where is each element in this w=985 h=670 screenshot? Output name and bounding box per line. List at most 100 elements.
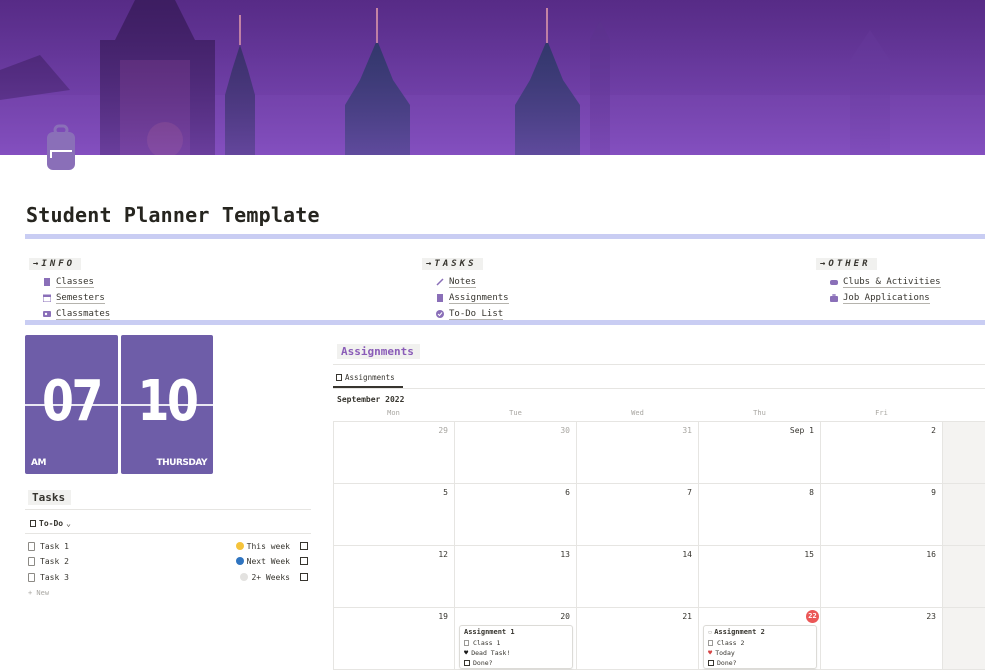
weekday-tue: Tue	[509, 409, 522, 417]
calendar-day[interactable]: 15	[699, 546, 821, 608]
calendar-day[interactable]: 9	[821, 484, 943, 546]
day-number: 29	[438, 426, 448, 435]
calendar-day[interactable]: 7	[577, 484, 699, 546]
day-number: Sep 1	[789, 426, 814, 435]
calendar-weekend[interactable]	[943, 608, 985, 670]
calendar-day[interactable]: 13	[455, 546, 577, 608]
clock-split	[121, 404, 213, 406]
done-checkbox[interactable]	[708, 660, 714, 666]
weekday-mon: Mon	[387, 409, 400, 417]
nav-link-label: Clubs & Activities	[843, 276, 941, 288]
nav-link-label: Classes	[56, 276, 94, 288]
nav-link-label: Notes	[449, 276, 477, 288]
nav-link-jobs[interactable]: Job Applications	[830, 290, 941, 306]
assignment-done[interactable]: Done?	[708, 658, 812, 668]
day-number: 5	[443, 488, 448, 497]
calendar-day-today[interactable]: 22 ▫ Assignment 2 Class 2 ♥ Today Done?	[699, 608, 821, 670]
assignment-done[interactable]: Done?	[464, 658, 568, 668]
tab-assignments[interactable]: Assignments	[336, 373, 395, 382]
nav-link-clubs[interactable]: Clubs & Activities	[830, 274, 941, 290]
assignment-card[interactable]: Assignment 1 Class 1 ♥ Dead Task! Done?	[459, 625, 573, 669]
assignment-title: ▫ Assignment 2	[708, 628, 812, 638]
book-icon	[464, 640, 469, 646]
nav-tasks-heading: →TASKS	[422, 258, 483, 270]
day-number: 31	[682, 426, 692, 435]
assignment-status: ♥ Today	[708, 648, 812, 658]
page-title[interactable]: Student Planner Template	[26, 203, 320, 227]
calendar-day[interactable]: 21	[577, 608, 699, 670]
calendar-day[interactable]: 14	[577, 546, 699, 608]
assignment-card[interactable]: ▫ Assignment 2 Class 2 ♥ Today Done?	[703, 625, 817, 669]
gamepad-icon	[830, 278, 838, 286]
calendar-day[interactable]: 29	[333, 422, 455, 484]
task-name[interactable]: Task 2	[40, 557, 236, 566]
nav-link-assignments[interactable]: Assignments	[436, 290, 509, 306]
day-number: 6	[565, 488, 570, 497]
task-due: 2+ Weeks	[251, 572, 290, 582]
divider-bottom	[25, 320, 985, 325]
day-number: 2	[931, 426, 936, 435]
assignment-status-label: Today	[715, 649, 735, 657]
calendar-weekend[interactable]	[943, 546, 985, 608]
tasks-heading: Tasks	[28, 490, 72, 505]
weekday-thu: Thu	[753, 409, 766, 417]
book-icon	[708, 640, 713, 646]
assignment-status-label: Dead Task!	[471, 649, 511, 657]
calendar-day[interactable]: 12	[333, 546, 455, 608]
task-name[interactable]: Task 3	[40, 573, 240, 582]
clock-day: THURSDAY	[156, 458, 208, 468]
weekday-fri: Fri	[875, 409, 888, 417]
nav-link-classes[interactable]: Classes	[43, 274, 110, 290]
day-number: 12	[438, 550, 448, 559]
calendar-day[interactable]: 6	[455, 484, 577, 546]
day-number: 7	[687, 488, 692, 497]
tab-rule	[333, 388, 985, 389]
task-name[interactable]: Task 1	[40, 542, 236, 551]
calendar-day[interactable]: 23	[821, 608, 943, 670]
calendar-month: September 2022	[337, 395, 405, 404]
calendar-weekend[interactable]	[943, 422, 985, 484]
nav-info-heading: →INFO	[29, 258, 82, 270]
weekday-wed: Wed	[631, 409, 644, 417]
today-badge: 22	[806, 610, 819, 623]
clock-period: AM	[31, 458, 46, 468]
nav-link-label: Job Applications	[843, 292, 930, 304]
clock-hour: 07	[42, 369, 103, 434]
task-checkbox[interactable]	[300, 557, 308, 565]
calendar-day[interactable]: 30	[455, 422, 577, 484]
calendar-day[interactable]: 31	[577, 422, 699, 484]
tasks-view-selector[interactable]: To-Do ⌄	[30, 519, 71, 528]
task-new-button[interactable]: + New	[28, 589, 49, 597]
task-checkbox[interactable]	[300, 573, 308, 581]
calendar-day[interactable]: Sep 1	[699, 422, 821, 484]
nav-link-label: To-Do List	[449, 308, 504, 320]
done-checkbox[interactable]	[464, 660, 470, 666]
calendar-day[interactable]: 20 Assignment 1 Class 1 ♥ Dead Task! Done…	[455, 608, 577, 670]
calendar-day[interactable]: 19	[333, 608, 455, 670]
clock-minute: 10	[137, 369, 199, 434]
nav-link-label: Semesters	[56, 292, 105, 304]
assignment-title-label: Assignment 2	[714, 628, 765, 636]
task-row[interactable]: Task 1 This week	[28, 539, 308, 553]
task-row[interactable]: Task 2 Next Week	[28, 554, 308, 568]
nav-link-label: Classmates	[56, 308, 111, 320]
assignment-class-label: Class 1	[473, 639, 501, 647]
black-heart-icon: ♥	[464, 649, 469, 657]
calendar-day[interactable]: 16	[821, 546, 943, 608]
calendar-icon	[336, 374, 342, 381]
calendar-day[interactable]: 5	[333, 484, 455, 546]
calendar-day[interactable]: 2	[821, 422, 943, 484]
day-number: 13	[560, 550, 570, 559]
calendar-weekend[interactable]	[943, 484, 985, 546]
cover-image	[0, 0, 985, 155]
day-number: 20	[560, 612, 570, 621]
contact-card-icon	[43, 310, 51, 318]
calendar-day[interactable]: 8	[699, 484, 821, 546]
tab-label: Assignments	[345, 373, 395, 382]
nav-link-semesters[interactable]: Semesters	[42, 290, 110, 306]
task-row[interactable]: Task 3 2+ Weeks	[28, 570, 308, 584]
backpack-icon[interactable]	[46, 124, 76, 170]
page-icon	[28, 541, 35, 551]
nav-link-notes[interactable]: Notes	[436, 274, 509, 290]
task-checkbox[interactable]	[300, 542, 308, 550]
